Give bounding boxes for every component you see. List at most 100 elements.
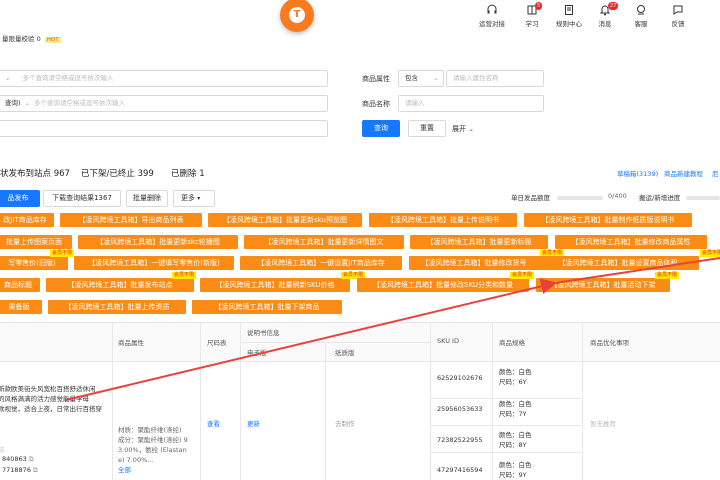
query-input-2[interactable]: 查询) ⌄ 多个查询请空格或逗号依次输入	[0, 95, 328, 112]
top-header: T 运营对接 5 学习 规则中心 27 消息 客服 反馈	[0, 0, 720, 32]
query-type-select[interactable]: 查询)	[5, 99, 21, 107]
publish-button[interactable]: 品发布	[0, 190, 40, 207]
query-button[interactable]: 查询	[362, 120, 400, 137]
expand-label: 展开	[452, 125, 466, 133]
tool-set-product-volume[interactable]: 【凌风跨境工具箱】批量设置商品体积	[537, 256, 699, 270]
header-ops-contact[interactable]: 运营对接	[474, 4, 510, 28]
tool-update-skc-carousel[interactable]: 【凌风跨境工具箱】批量更新skc轮播图	[78, 235, 238, 249]
app-logo[interactable]: T	[280, 0, 314, 32]
tool-activity-delist[interactable]: 【凌风跨境工具箱】批量活动下架	[536, 278, 670, 292]
attr-line: 材质：聚酯纤维(涤纶)	[118, 426, 182, 434]
name-input[interactable]: 请输入	[398, 95, 544, 112]
expand-toggle[interactable]: 展开 ⌄	[452, 124, 474, 134]
copy-icon[interactable]: ⧉	[33, 466, 38, 474]
tool-upload-qualifications[interactable]: 【凌风跨境工具箱】批量上传资质	[48, 300, 186, 314]
sku-size: 尺码：8Y	[499, 441, 527, 449]
attr-label: 商品属性	[362, 75, 390, 83]
header-feedback[interactable]: 反馈	[660, 4, 696, 28]
product-id-1: 840863 ⧉	[2, 455, 34, 464]
tool-publish-sites[interactable]: 【凌风跨境工具箱】批量发布站点	[46, 278, 194, 292]
copy-icon[interactable]: ⧉	[29, 455, 34, 463]
header-service-label: 客服	[634, 20, 648, 28]
daily-quota-label: 单日发品额度	[511, 194, 550, 202]
rules-icon	[565, 5, 573, 15]
tool-edit-sku-category-qty[interactable]: 【凌风跨境工具箱】批量修改SKU分类和数量	[357, 278, 529, 292]
th-manual: 说明书信息	[247, 329, 280, 337]
col-divider	[200, 323, 201, 480]
sub-header-divider	[240, 342, 430, 343]
attr-match-select[interactable]: 包含 ⌄	[398, 70, 444, 87]
more-button[interactable]: 更多 ▾	[173, 190, 215, 207]
tool-upload-pattern-page[interactable]: 批量上传图案页面	[0, 235, 72, 249]
attr-input[interactable]: 请输入属性名称	[446, 70, 544, 87]
tool-set-jit-stock[interactable]: 【凌风跨境工具箱】一键设置JIT商品库存	[240, 256, 402, 270]
chevron-down-icon: ⌄	[468, 125, 475, 133]
paper-manual-make-link[interactable]: 去制作	[335, 418, 355, 428]
header-ops-label: 运营对接	[479, 20, 505, 28]
status-deleted[interactable]: 已删除 1	[171, 167, 205, 179]
tool-upload-manual[interactable]: 【凌风跨境工具箱】批量上传说明书	[369, 213, 517, 227]
query-placeholder-1: 多个查询请空格或逗号依次输入	[22, 74, 114, 82]
tool-edit-sku-codes[interactable]: 【凌风跨境工具箱】批量修改货号	[409, 256, 539, 270]
sku-row-divider	[430, 425, 582, 426]
tool-fill-retail-price-old[interactable]: 写零售价(旧版)	[0, 256, 68, 270]
status-delisted[interactable]: 已下架/已终止 399	[81, 167, 154, 179]
header-messages[interactable]: 27 消息	[587, 2, 623, 28]
tutorial-link[interactable]: 商品新建教程	[664, 168, 703, 178]
status-published[interactable]: 状发布到站点 967	[0, 167, 70, 179]
col-divider	[582, 323, 583, 480]
col-divider	[325, 342, 326, 480]
tool-backup-version[interactable]: 果备版	[0, 300, 42, 314]
query-input-1[interactable]: ⌄ 多个查询请空格或逗号依次输入	[0, 70, 328, 87]
logo-icon: T	[289, 7, 305, 23]
extra-link[interactable]: 厄	[712, 168, 719, 178]
attr-all-link[interactable]: 全部	[118, 465, 188, 475]
tool-edit-jit-stock[interactable]: 改JIT商品库存	[0, 213, 54, 227]
sku-size: 尺码：9Y	[499, 471, 527, 479]
batch-delete-button[interactable]: 批量删除	[126, 190, 168, 207]
th-sku-id: SKU ID	[437, 337, 459, 345]
size-chart-view-link[interactable]: 查看	[207, 418, 220, 428]
tool-update-titles[interactable]: 【凌风跨境工具箱】批量更新标题	[410, 235, 548, 249]
service-icon	[637, 5, 645, 15]
download-results-button[interactable]: 下载查询结果1367	[43, 190, 121, 207]
transfer-progress-bar	[686, 196, 720, 200]
header-service[interactable]: 客服	[623, 4, 659, 28]
query-input-3[interactable]	[0, 120, 328, 137]
sku-spec: 颜色：白色 尺码：7Y	[499, 399, 532, 419]
more-label: 更多	[181, 194, 195, 202]
header-learn[interactable]: 5 学习	[514, 2, 550, 28]
product-image-label: 袋	[0, 446, 5, 454]
query-placeholder-2: 多个查询请空格或逗号依次输入	[34, 99, 125, 107]
headset-icon	[487, 4, 497, 14]
product-desc-line: 款视觉，适合上夜，日常出行百搭穿	[0, 405, 102, 413]
optimize-none: 暂无推荐	[590, 420, 616, 428]
tool-edit-product-attrs[interactable]: 【凌风跨境工具箱】批量修改商品属性	[555, 235, 707, 249]
product-id-2: 7718876 ⧉	[2, 466, 38, 475]
header-rules-label: 规则中心	[556, 20, 582, 28]
header-rules[interactable]: 规则中心	[551, 4, 587, 28]
chevron-down-icon: ⌄	[433, 74, 439, 82]
sku-size: 尺码：6Y	[499, 378, 527, 386]
tool-update-sku-preview[interactable]: 【凌风跨境工具箱】批量更新sku预览图	[208, 213, 362, 227]
sku-id: 62529102676	[437, 374, 483, 382]
tool-fill-retail-price-new[interactable]: 【凌风跨境工具箱】一键填写零售价(新版)	[74, 256, 234, 270]
product-id-1-value: 840863	[2, 455, 27, 463]
col-divider	[492, 323, 493, 480]
attr-placeholder: 请输入属性名称	[453, 74, 499, 82]
sku-color: 颜色：白色	[499, 431, 532, 439]
tool-export-product-list[interactable]: 【凌风跨境工具箱】导出商品列表	[60, 213, 202, 227]
member-tag: 会员不限	[172, 272, 197, 279]
drafts-link[interactable]: 草稿箱(3139)	[617, 168, 658, 178]
attr-line: 成分：聚酯纤维(涤纶) 9	[118, 436, 188, 444]
tool-make-paper-manual[interactable]: 【凌风跨境工具箱】批量制作纸质版说明书	[524, 213, 692, 227]
product-desc[interactable]: 新款欧美街头风宽松百搭舒适休闲 的风格满满的活力感觉能量学母 款视觉，适合上夜，…	[0, 384, 102, 414]
tool-refresh-sku-price[interactable]: 【凌风跨境工具箱】批量刷新SKU价格	[200, 278, 350, 292]
tool-batch-delist[interactable]: 【凌风跨境工具箱】批量下架商品	[192, 300, 342, 314]
th-paper: 纸质版	[335, 349, 355, 357]
electronic-manual-update-link[interactable]: 更新	[247, 418, 260, 428]
tool-product-title[interactable]: 商品标题	[0, 278, 40, 292]
reset-button[interactable]: 重置	[408, 120, 446, 137]
tool-update-detail-images[interactable]: 【凌风跨境工具箱】批量更新详情图文	[244, 235, 404, 249]
product-id-2-value: 7718876	[2, 466, 31, 474]
